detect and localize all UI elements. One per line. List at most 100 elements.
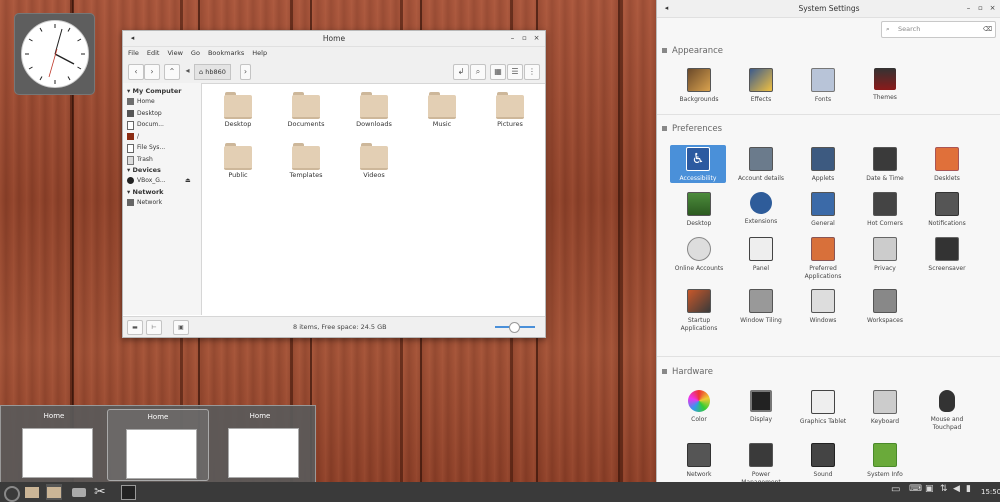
folder-pictures[interactable]: Pictures: [485, 91, 535, 128]
toggle-path-icon[interactable]: ↲: [453, 64, 469, 80]
sidebar-item-documents[interactable]: Docum...: [123, 119, 201, 131]
system-settings-window[interactable]: ◂ System Settings – ▫ × Search ⌕ ⌫ Appea…: [656, 0, 1000, 486]
path-home-button[interactable]: ⌂ hb860: [194, 64, 231, 80]
tile-extensions[interactable]: Extensions: [732, 192, 790, 226]
tile-keyboard[interactable]: Keyboard: [856, 390, 914, 426]
file-manager-titlebar[interactable]: ◂ Home – ▫ ×: [123, 31, 545, 47]
menu-help[interactable]: Help: [252, 49, 267, 57]
folder-templates[interactable]: Templates: [281, 142, 331, 179]
file-manager-window[interactable]: ◂ Home – ▫ × File Edit View Go Bookmarks…: [122, 30, 546, 338]
zoom-slider-handle[interactable]: [509, 322, 520, 333]
tile-notifications[interactable]: Notifications: [918, 192, 976, 228]
tile-backgrounds[interactable]: Backgrounds: [670, 68, 728, 104]
list-view-icon[interactable]: ☰: [507, 64, 523, 80]
icon-view-icon[interactable]: ▦: [490, 64, 506, 80]
minimize-icon[interactable]: –: [964, 4, 973, 13]
tile-panel[interactable]: Panel: [732, 237, 790, 273]
search-icon[interactable]: ⌕: [470, 64, 486, 80]
battery-tray-icon[interactable]: ▮: [966, 484, 982, 500]
close-icon[interactable]: ×: [988, 4, 997, 13]
menu-edit[interactable]: Edit: [147, 49, 160, 57]
tile-startup-applications[interactable]: Startup Applications: [670, 289, 728, 332]
terminal-icon[interactable]: [120, 484, 136, 500]
folder-videos[interactable]: Videos: [349, 142, 399, 179]
folder-public[interactable]: Public: [213, 142, 263, 179]
switcher-window-active[interactable]: Home: [107, 409, 209, 481]
sidebar-heading-network[interactable]: ▾ Network: [123, 187, 201, 197]
close-icon[interactable]: ×: [532, 34, 541, 43]
tile-account-details[interactable]: Account details: [732, 147, 790, 183]
tile-date-time[interactable]: Date & Time: [856, 147, 914, 183]
settings-taskbar-icon[interactable]: ✂: [94, 484, 110, 500]
tile-hot-corners[interactable]: Hot Corners: [856, 192, 914, 228]
tile-mouse-touchpad[interactable]: Mouse and Touchpad: [918, 390, 976, 431]
sidebar-item-root[interactable]: /: [123, 131, 201, 143]
folder-documents[interactable]: Documents: [281, 91, 331, 128]
taskbar-clock[interactable]: 15:50: [981, 488, 1000, 496]
clock-desklet[interactable]: [14, 13, 95, 95]
switcher-window[interactable]: Home: [4, 409, 104, 479]
tile-windows[interactable]: Windows: [794, 289, 852, 325]
sidebar-item-desktop[interactable]: Desktop: [123, 108, 201, 120]
folder-downloads[interactable]: Downloads: [349, 91, 399, 128]
tile-accessibility[interactable]: ♿ Accessibility: [670, 145, 726, 183]
zoom-slider[interactable]: [495, 322, 535, 333]
menu-bookmarks[interactable]: Bookmarks: [208, 49, 244, 57]
sidebar-item-vbox[interactable]: VBox_G... ⏏: [123, 175, 201, 187]
maximize-icon[interactable]: ▫: [520, 34, 529, 43]
disk-icon[interactable]: [71, 484, 87, 500]
menu-view[interactable]: View: [167, 49, 182, 57]
tile-themes[interactable]: Themes: [856, 68, 914, 102]
forward-button[interactable]: ›: [144, 64, 160, 80]
menu-go[interactable]: Go: [191, 49, 200, 57]
hide-sidebar-icon[interactable]: ▣: [173, 320, 189, 335]
sidebar-item-home[interactable]: Home: [123, 96, 201, 108]
tile-network[interactable]: Network: [670, 443, 728, 479]
display-tray-icon[interactable]: ▭: [891, 484, 907, 500]
minimize-icon[interactable]: –: [508, 34, 517, 43]
tile-display[interactable]: Display: [732, 390, 790, 424]
sidebar-item-network[interactable]: Network: [123, 197, 201, 209]
tile-desktop[interactable]: Desktop: [670, 192, 728, 228]
folder-music[interactable]: Music: [417, 91, 467, 128]
tile-power-management[interactable]: Power Management: [732, 443, 790, 486]
clear-search-icon[interactable]: ⌫: [983, 25, 992, 33]
tile-effects[interactable]: Effects: [732, 68, 790, 104]
menu-icon[interactable]: [2, 484, 20, 502]
tile-online-accounts[interactable]: Online Accounts: [670, 237, 728, 273]
keyboard-tray-icon[interactable]: ⌨: [909, 484, 925, 500]
switcher-window[interactable]: Home: [210, 409, 310, 479]
tile-general[interactable]: General: [794, 192, 852, 228]
tile-system-info[interactable]: System Info: [856, 443, 914, 479]
tile-workspaces[interactable]: Workspaces: [856, 289, 914, 325]
up-button[interactable]: ⌃: [164, 64, 180, 80]
tile-window-tiling[interactable]: Window Tiling: [732, 289, 790, 325]
maximize-icon[interactable]: ▫: [976, 4, 985, 13]
sidebar-heading-devices[interactable]: ▾ Devices: [123, 165, 201, 175]
update-tray-icon[interactable]: ▣: [925, 484, 941, 500]
tile-preferred-applications[interactable]: Preferred Applications: [794, 237, 852, 280]
tile-desklets[interactable]: Desklets: [918, 147, 976, 183]
folder-desktop[interactable]: Desktop: [213, 91, 263, 128]
path-left-icon[interactable]: ◂: [183, 64, 192, 78]
tile-screensaver[interactable]: Screensaver: [918, 237, 976, 273]
tile-applets[interactable]: Applets: [794, 147, 852, 183]
tile-privacy[interactable]: Privacy: [856, 237, 914, 273]
path-right-icon[interactable]: ›: [240, 64, 251, 80]
menu-file[interactable]: File: [128, 49, 139, 57]
compact-view-icon[interactable]: ⋮: [524, 64, 540, 80]
eject-icon[interactable]: ⏏: [185, 175, 191, 187]
file-manager-taskbar-icon[interactable]: [46, 484, 62, 500]
back-button[interactable]: ‹: [128, 64, 144, 80]
tile-fonts[interactable]: Fonts: [794, 68, 852, 104]
sidebar-heading-my-computer[interactable]: ▾ My Computer: [123, 86, 201, 96]
sidebar-item-file-system[interactable]: File Sys...: [123, 142, 201, 154]
sidebar-item-trash[interactable]: Trash: [123, 154, 201, 166]
tile-sound[interactable]: Sound: [794, 443, 852, 479]
tile-color[interactable]: Color: [670, 390, 728, 424]
show-places-icon[interactable]: ▬: [127, 320, 143, 335]
system-settings-titlebar[interactable]: ◂ System Settings – ▫ ×: [657, 0, 1000, 18]
settings-search-input[interactable]: Search ⌕ ⌫: [881, 21, 996, 38]
show-tree-icon[interactable]: ⊢: [146, 320, 162, 335]
files-launcher-icon[interactable]: [24, 484, 40, 500]
